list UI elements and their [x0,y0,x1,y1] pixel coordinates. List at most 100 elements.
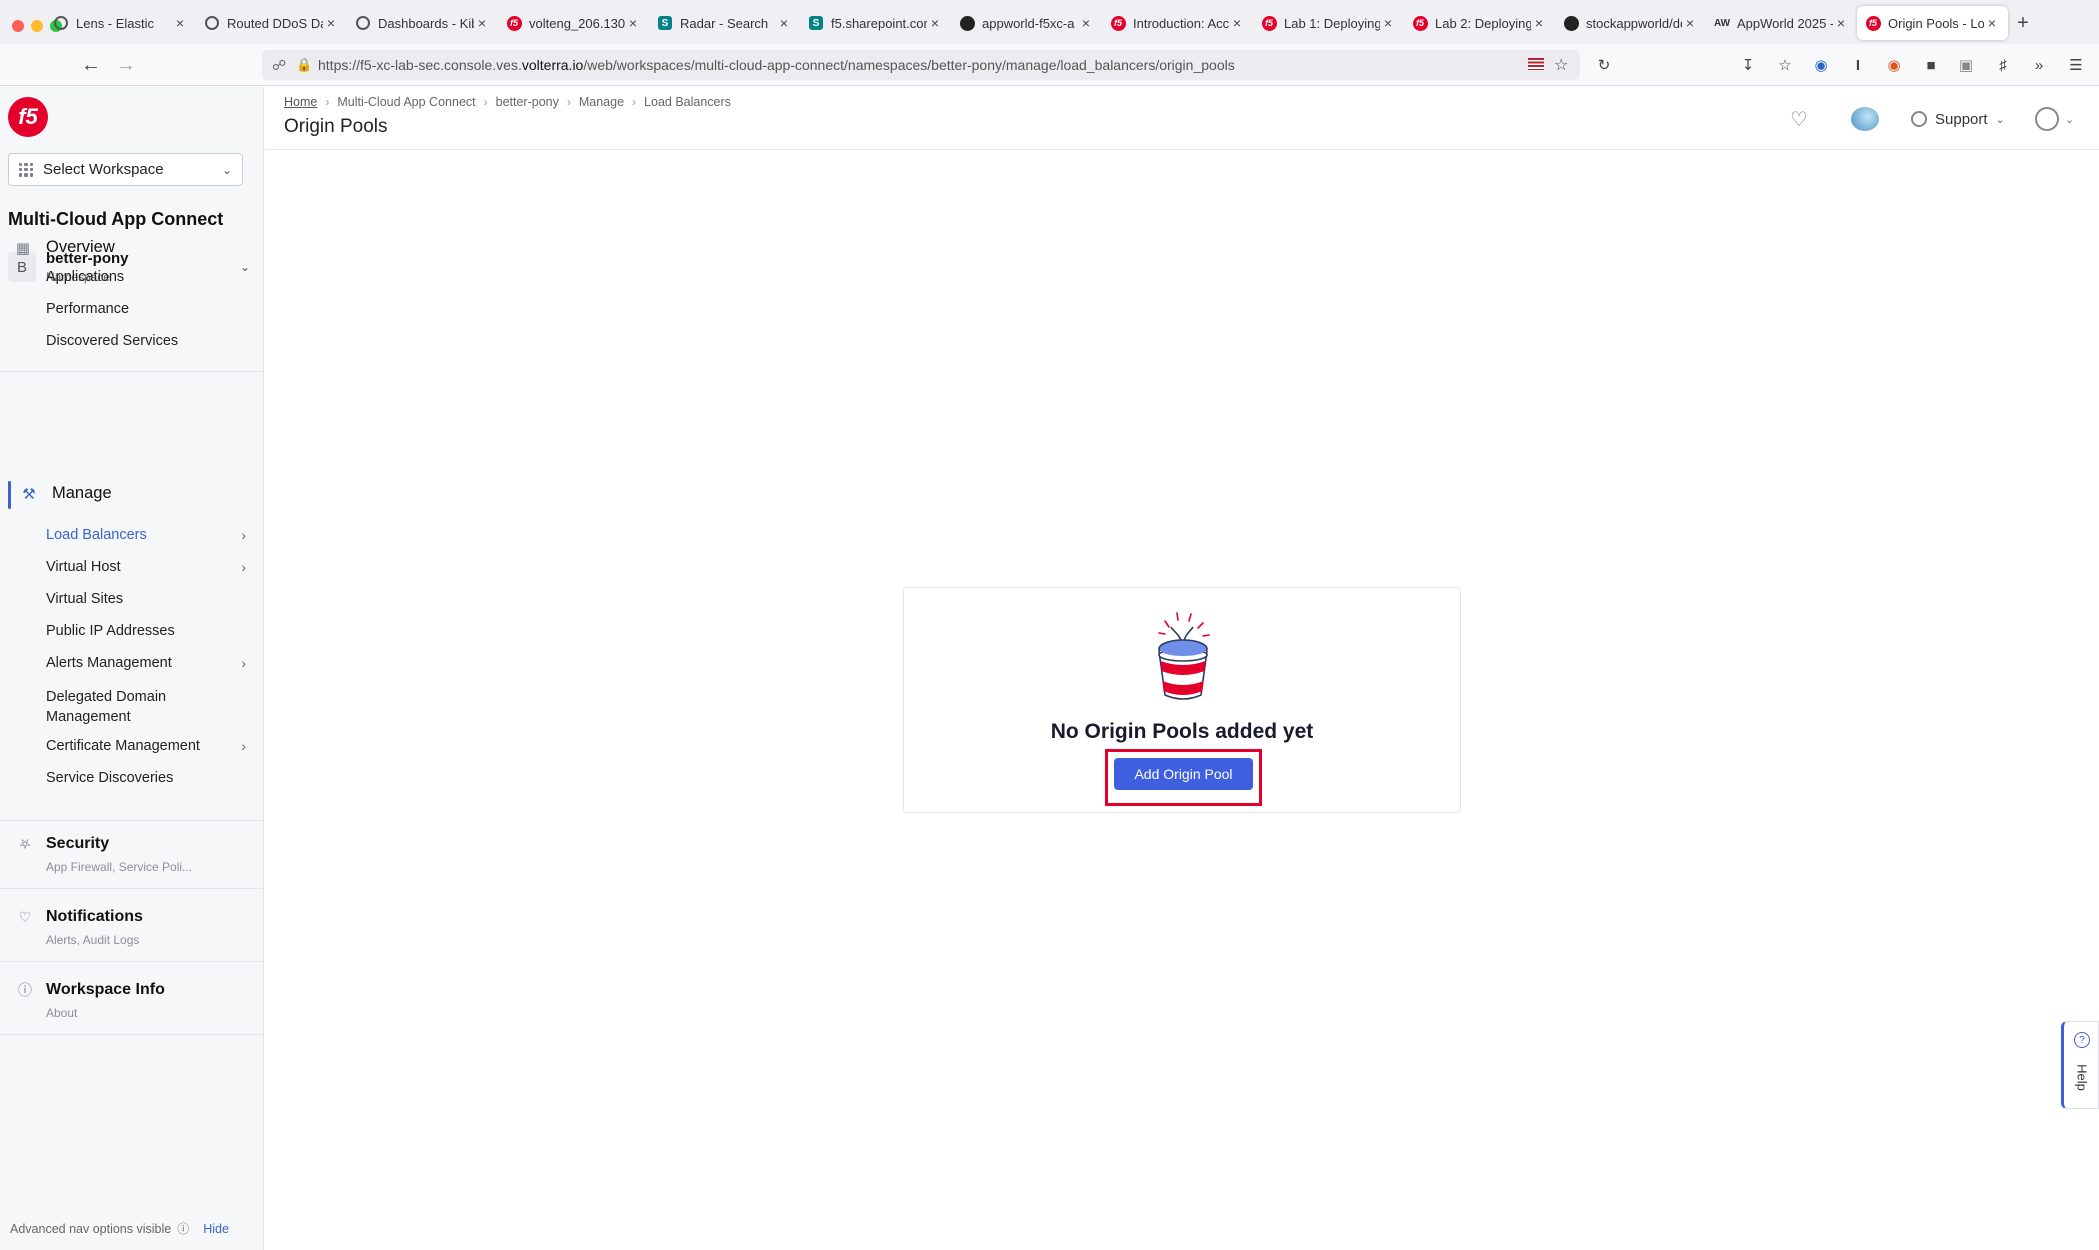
workspace-info-title[interactable]: Workspace Info [46,981,165,999]
forward-button[interactable]: → [115,54,137,76]
sidebar-item-label: Load Balancers [46,527,147,543]
new-tab-button[interactable]: + [2008,6,2038,40]
divider [0,888,264,889]
tab-label: AppWorld 2025 - [1737,15,1833,31]
browser-tab[interactable]: Sf5.sharepoint.com × [800,6,951,40]
close-icon[interactable]: × [172,15,188,31]
support-lifebuoy-icon [1911,111,1927,127]
browser-tab[interactable]: f5 Lab 2: Deploying × [1404,6,1555,40]
browser-tab[interactable]: Dashboards - Kib × [347,6,498,40]
close-icon[interactable]: × [474,15,490,31]
close-icon[interactable]: × [1380,15,1396,31]
add-origin-pool-button[interactable]: Add Origin Pool [1114,758,1253,790]
sidebar-item-service-discoveries[interactable]: Service Discoveries [46,770,246,786]
breadcrumb-item[interactable]: Manage [579,95,624,109]
tab-label: Introduction: Acc [1133,15,1229,31]
chevron-right-icon: › [241,738,246,754]
hide-link[interactable]: Hide [203,1222,229,1236]
back-button[interactable]: ← [80,54,102,76]
sidebar-item-virtual-host[interactable]: Virtual Host › [46,559,246,575]
url-bar[interactable]: ☍ 🔒 https://f5-xc-lab-sec.console.ves. vo… [262,50,1580,80]
info-icon: ⓘ [18,982,32,998]
minimize-window-button[interactable] [31,20,43,32]
extensions-puzzle-icon[interactable]: ♯ [1993,55,2013,75]
tab-label: Lab 1: Deploying [1284,15,1380,31]
downloads-icon[interactable]: ↧ [1738,55,1758,75]
workspace-select-label: Select Workspace [43,161,164,178]
github-icon [1563,15,1579,31]
sidebar-item-virtual-sites[interactable]: Virtual Sites [46,591,246,607]
close-icon[interactable]: × [1078,15,1094,31]
close-icon[interactable]: × [927,15,943,31]
browser-tab[interactable]: S Radar - Search × [649,6,800,40]
url-path: /web/workspaces/multi-cloud-app-connect/… [583,57,1235,73]
sidebar-item-discovered-services[interactable]: Discovered Services [46,333,246,349]
breadcrumb: Home › Multi-Cloud App Connect › better-pony… [284,95,731,109]
workspace-select[interactable]: Select Workspace ⌄ [8,153,243,186]
breadcrumb-item[interactable]: Home [284,95,317,109]
active-section-indicator [8,481,11,509]
close-icon[interactable]: × [1682,15,1698,31]
sidebar-item-certificate-management[interactable]: Certificate Management › [46,738,246,754]
extension-star-icon[interactable]: ☆ [1775,55,1795,75]
breadcrumb-item[interactable]: better-pony [496,95,559,109]
browser-tab[interactable]: appworld-f5xc-a × [951,6,1102,40]
close-icon[interactable]: × [625,15,641,31]
support-menu[interactable]: Support ⌄ [1911,105,2005,133]
overview-section[interactable]: ▦ Overview [14,238,115,257]
chevron-down-icon: ⌄ [221,162,232,177]
browser-tab[interactable]: f5 volteng_206.130. × [498,6,649,40]
extension-o-icon[interactable]: ◉ [1884,55,1904,75]
user-menu[interactable]: ⌄ [2035,105,2074,133]
extension-i-icon[interactable]: I [1848,55,1868,75]
wrench-icon: ⚒ [22,485,36,503]
sidebar-item-performance[interactable]: Performance [46,301,246,317]
f5-icon: f5 [1865,15,1881,31]
globe-status-icon[interactable] [1851,105,1885,133]
security-title[interactable]: Security [46,835,109,853]
browser-tab[interactable]: f5 Origin Pools - Loa × [1857,6,2008,40]
sidebar-item-public-ip-addresses[interactable]: Public IP Addresses [46,623,246,639]
help-tab[interactable]: ? Help [2061,1021,2099,1109]
sidebar-item-label: Service Discoveries [46,770,174,786]
close-icon[interactable]: × [1531,15,1547,31]
user-avatar-icon [2035,107,2059,131]
workspace-info-subtitle: About [46,1006,78,1020]
browser-tab[interactable]: f5 Lab 1: Deploying × [1253,6,1404,40]
bell-icon: ♡ [18,908,32,925]
breadcrumb-item[interactable]: Load Balancers [644,95,731,109]
sidebar-item-alerts-management[interactable]: Alerts Management › [46,655,246,671]
browser-tab[interactable]: stockappworld/do × [1555,6,1706,40]
manage-section[interactable]: ⚒ Manage [20,484,111,503]
tab-label: Lens - Elastic [76,15,155,31]
extension-s-icon[interactable]: ▣ [1956,55,1976,75]
browser-tab[interactable]: Routed DDoS Das× [196,6,347,40]
bookmark-star-icon[interactable]: ☆ [1554,55,1568,75]
close-icon[interactable]: × [1984,15,2000,31]
sidebar-item-delegated-domain[interactable]: Delegated Domain Management [46,687,246,727]
sidebar-item-label: Applications [46,269,125,285]
close-icon[interactable]: × [323,15,339,31]
close-window-button[interactable] [12,20,24,32]
password-manager-icon[interactable]: ◉ [1811,55,1831,75]
browser-tab[interactable]: AW AppWorld 2025 - × [1706,6,1857,40]
tab-label: stockappworld/do [1586,15,1682,31]
menu-icon[interactable]: ☰ [2066,55,2086,75]
sidebar-item-load-balancers[interactable]: Load Balancers › [46,527,246,543]
notifications-title[interactable]: Notifications [46,908,143,926]
overflow-chevron-icon[interactable]: » [2029,55,2049,75]
notifications-bell-icon[interactable]: ♡ [1785,105,1813,133]
reload-icon[interactable]: ↻ [1594,55,1614,75]
close-icon[interactable]: × [1833,15,1849,31]
breadcrumb-item[interactable]: Multi-Cloud App Connect [337,95,475,109]
close-icon[interactable]: × [776,15,792,31]
close-icon[interactable]: × [1229,15,1245,31]
extension-mask-icon[interactable]: ■ [1921,55,1941,75]
f5-icon: f5 [1110,15,1126,31]
tab-label: volteng_206.130. [529,15,625,31]
browser-tab[interactable]: f5 Introduction: Acc × [1102,6,1253,40]
browser-tab[interactable]: Lens - Elastic × [45,6,196,40]
chevron-down-icon: ⌄ [1995,113,2005,126]
sidebar-item-applications[interactable]: Applications [46,269,246,285]
f5-logo-icon[interactable]: f5 [8,97,48,137]
